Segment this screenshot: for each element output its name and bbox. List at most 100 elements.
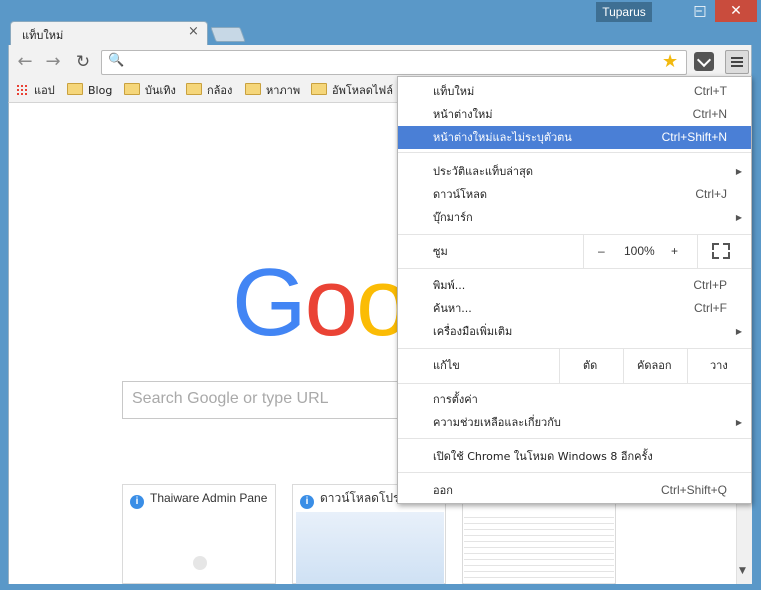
submenu-arrow-icon: ▶	[735, 418, 742, 427]
menu-item-print[interactable]: พิมพ์... Ctrl+P	[398, 274, 751, 297]
menu-separator	[398, 234, 751, 235]
menu-item-bookmarks[interactable]: บุ๊กมาร์ก ▶	[398, 206, 751, 229]
apps-grid-icon	[16, 84, 28, 96]
profile-badge[interactable]: Tuparus	[596, 2, 652, 22]
zoom-out-button[interactable]: –	[598, 240, 605, 263]
tile-title-text: ดาวน์โหลดโปร	[320, 491, 398, 505]
edit-divider	[687, 349, 688, 383]
menu-label: เปิดใช้ Chrome ในโหมด Windows 8 อีกครั้ง	[433, 450, 653, 463]
menu-item-downloads[interactable]: ดาวน์โหลด Ctrl+J	[398, 183, 751, 206]
zoom-in-button[interactable]: +	[671, 240, 678, 263]
menu-label: เครื่องมือเพิ่มเติม	[433, 325, 513, 338]
info-icon: i	[300, 495, 314, 509]
chrome-menu-button[interactable]	[725, 50, 749, 74]
menu-item-exit[interactable]: ออก Ctrl+Shift+Q	[398, 479, 751, 502]
copy-button[interactable]: คัดลอก	[637, 354, 672, 377]
bookmark-label: Blog	[88, 84, 113, 97]
bookmark-item[interactable]: อัพโหลดไฟล์	[311, 82, 393, 100]
menu-label: ค้นหา...	[433, 302, 472, 315]
cut-button[interactable]: ตัด	[583, 354, 597, 377]
bookmark-label: หาภาพ	[266, 84, 301, 97]
menu-label: ออก	[433, 484, 453, 497]
bookmark-item[interactable]: หาภาพ	[245, 82, 300, 100]
scroll-down-icon[interactable]: ▼	[739, 566, 746, 576]
menu-shortcut: Ctrl+Shift+N	[661, 130, 727, 144]
menu-separator	[398, 472, 751, 473]
menu-shortcut: Ctrl+Shift+Q	[660, 483, 727, 497]
maximize-button[interactable]: □	[688, 0, 712, 22]
new-tab-button[interactable]	[210, 27, 246, 42]
bookmark-item[interactable]: Blog	[67, 82, 112, 100]
fullscreen-icon[interactable]	[712, 243, 730, 259]
menu-zoom-row: ซูม	[398, 240, 751, 263]
logo-letter: o	[304, 249, 358, 356]
menu-edit-label: แก้ไข	[433, 359, 460, 372]
menu-item-incognito[interactable]: หน้าต่างใหม่และไม่ระบุตัวตน Ctrl+Shift+N	[398, 126, 751, 149]
bookmark-label: อัพโหลดไฟล์	[332, 84, 393, 97]
tile-title: i Thaiware Admin Pane	[130, 485, 272, 511]
menu-shortcut: Ctrl+F	[694, 301, 727, 315]
zoom-divider	[697, 235, 698, 268]
menu-label: ความช่วยเหลือและเกี่ยวกับ	[433, 416, 561, 429]
info-icon: i	[130, 495, 144, 509]
menu-item-find[interactable]: ค้นหา... Ctrl+F	[398, 297, 751, 320]
menu-item-help[interactable]: ความช่วยเหลือและเกี่ยวกับ ▶	[398, 411, 751, 434]
menu-item-settings[interactable]: การตั้งค่า	[398, 388, 751, 411]
menu-item-windows8-mode[interactable]: เปิดใช้ Chrome ในโหมด Windows 8 อีกครั้ง	[398, 445, 751, 468]
menu-label: ซูม	[433, 245, 448, 258]
tab-close-icon[interactable]: ×	[188, 24, 199, 39]
menu-separator	[398, 152, 751, 153]
folder-icon	[245, 83, 261, 95]
menu-label: พิมพ์...	[433, 279, 466, 292]
menu-label: ดาวน์โหลด	[433, 188, 488, 201]
menu-separator	[398, 383, 751, 384]
menu-label: หน้าต่างใหม่	[433, 108, 493, 121]
menu-item-new-window[interactable]: หน้าต่างใหม่ Ctrl+N	[398, 103, 751, 126]
folder-icon	[67, 83, 83, 95]
zoom-divider	[583, 235, 584, 268]
menu-shortcut: Ctrl+P	[693, 278, 727, 292]
bookmark-star-icon[interactable]: ★	[662, 51, 678, 72]
tile-thumbnail	[464, 512, 614, 584]
menu-separator	[398, 348, 751, 349]
pocket-icon[interactable]	[694, 52, 714, 71]
submenu-arrow-icon: ▶	[735, 213, 742, 222]
edit-divider	[623, 349, 624, 383]
forward-arrow-icon[interactable]: →	[42, 51, 64, 73]
menu-separator	[398, 438, 751, 439]
folder-icon	[186, 83, 202, 95]
logo-letter: G	[232, 249, 307, 356]
menu-shortcut: Ctrl+T	[694, 84, 727, 98]
menu-item-new-tab[interactable]: แท็บใหม่ Ctrl+T	[398, 80, 751, 103]
google-logo: Goo	[232, 248, 409, 358]
bookmark-label: กล้อง	[207, 84, 233, 97]
reload-icon[interactable]: ↻	[72, 51, 94, 73]
menu-label: บุ๊กมาร์ก	[433, 211, 473, 224]
menu-label: การตั้งค่า	[433, 393, 478, 406]
tab-title: แท็บใหม่	[22, 29, 64, 42]
back-arrow-icon[interactable]: ←	[14, 51, 36, 73]
search-placeholder: Search Google or type URL	[132, 390, 329, 407]
menu-item-more-tools[interactable]: เครื่องมือเพิ่มเติม ▶	[398, 320, 751, 343]
folder-icon	[311, 83, 327, 95]
tile-title-text: Thaiware Admin Pane	[150, 491, 268, 505]
menu-label: หน้าต่างใหม่และไม่ระบุตัวตน	[433, 131, 572, 144]
tile-title: i ดาวน์โหลดโปร	[300, 485, 398, 511]
menu-shortcut: Ctrl+J	[695, 187, 727, 201]
close-window-button[interactable]: ✕	[715, 0, 757, 22]
bookmark-apps[interactable]: แอป	[16, 82, 55, 100]
menu-shortcut: Ctrl+N	[692, 107, 727, 121]
bookmark-item[interactable]: บันเทิง	[124, 82, 176, 100]
paste-button[interactable]: วาง	[710, 354, 728, 377]
address-bar[interactable]	[101, 50, 687, 75]
edit-divider	[559, 349, 560, 383]
folder-icon	[124, 83, 140, 95]
menu-item-history[interactable]: ประวัติและแท็บล่าสุด ▶	[398, 160, 751, 183]
submenu-arrow-icon: ▶	[735, 167, 742, 176]
bookmark-label: บันเทิง	[145, 84, 176, 97]
menu-separator	[398, 268, 751, 269]
submenu-arrow-icon: ▶	[735, 327, 742, 336]
bookmark-item[interactable]: กล้อง	[186, 82, 232, 100]
menu-label: ประวัติและแท็บล่าสุด	[433, 165, 533, 178]
zoom-level: 100%	[624, 244, 655, 258]
